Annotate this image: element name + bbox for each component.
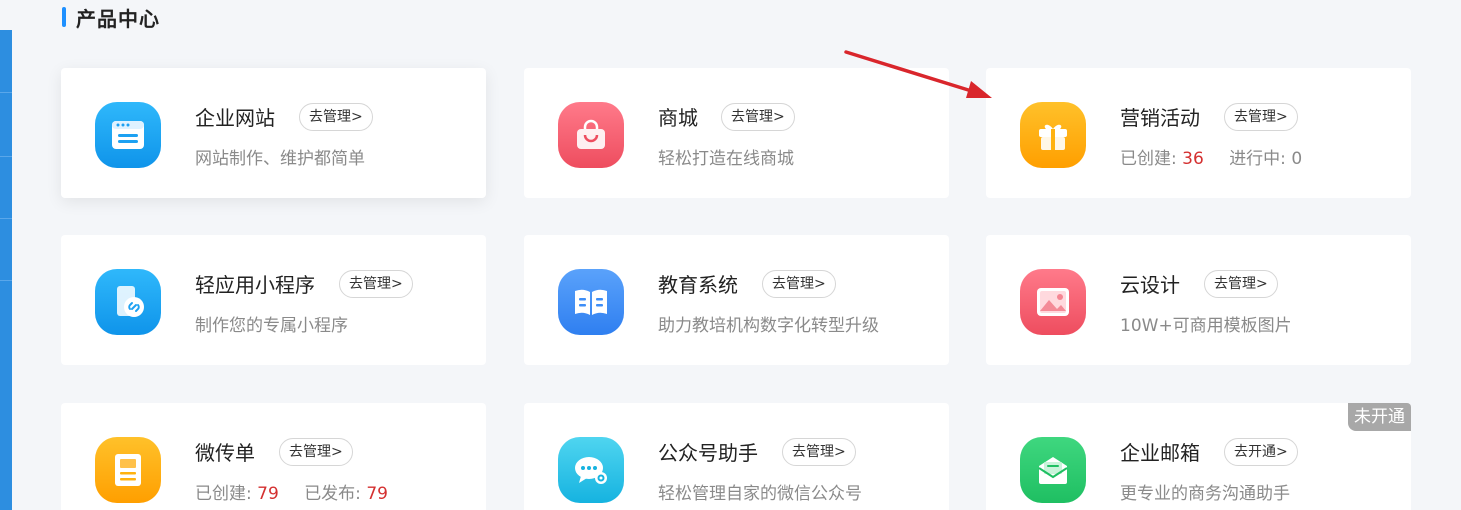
manage-button[interactable]: 去管理> <box>339 270 413 298</box>
mini-program-icon <box>95 269 161 335</box>
running-count: 0 <box>1291 149 1303 169</box>
product-card-cloud-design[interactable]: 云设计 去管理> 10W+可商用模板图片 <box>986 235 1411 365</box>
running-label: 进行中: <box>1229 149 1286 169</box>
product-name: 商城 <box>658 106 698 130</box>
product-description: 助力教培机构数字化转型升级 <box>658 316 879 336</box>
created-count: 79 <box>257 484 279 504</box>
product-name: 教育系统 <box>658 273 738 297</box>
left-sidebar-edge <box>0 30 12 510</box>
product-description: 制作您的专属小程序 <box>195 316 348 336</box>
created-count: 36 <box>1182 149 1204 169</box>
product-description: 更专业的商务沟通助手 <box>1120 484 1290 504</box>
manage-button[interactable]: 去管理> <box>1224 103 1298 131</box>
product-grid: 企业网站 去管理> 网站制作、维护都简单 商城 去管理> 轻松打造在线商城 营销… <box>61 68 1411 510</box>
product-card-education[interactable]: 教育系统 去管理> 助力教培机构数字化转型升级 <box>524 235 949 365</box>
product-name: 公众号助手 <box>658 441 758 465</box>
product-stats: 已创建: 79 已发布: 79 <box>195 479 388 504</box>
section-title: 产品中心 <box>76 6 160 31</box>
product-name: 微传单 <box>195 441 255 465</box>
manage-button[interactable]: 去管理> <box>1204 270 1278 298</box>
product-description: 网站制作、维护都简单 <box>195 149 365 169</box>
product-card-marketing[interactable]: 营销活动 去管理> 已创建: 36 进行中: 0 <box>986 68 1411 198</box>
created-label: 已创建: <box>195 484 252 504</box>
product-name: 企业邮箱 <box>1120 441 1200 465</box>
product-stats: 已创建: 36 进行中: 0 <box>1120 144 1302 169</box>
product-description: 轻松管理自家的微信公众号 <box>658 484 862 504</box>
manage-button[interactable]: 去管理> <box>782 438 856 466</box>
manage-button[interactable]: 去管理> <box>279 438 353 466</box>
product-description: 10W+可商用模板图片 <box>1120 316 1292 336</box>
not-activated-badge: 未开通 <box>1348 403 1411 431</box>
product-card-website[interactable]: 企业网站 去管理> 网站制作、维护都简单 <box>61 68 486 198</box>
product-card-flyer[interactable]: 微传单 去管理> 已创建: 79 已发布: 79 <box>61 403 486 510</box>
website-icon <box>95 102 161 168</box>
product-card-mini-program[interactable]: 轻应用小程序 去管理> 制作您的专属小程序 <box>61 235 486 365</box>
annotation-arrow-icon <box>844 50 992 98</box>
product-name: 企业网站 <box>195 106 275 130</box>
activate-button[interactable]: 去开通> <box>1224 438 1298 466</box>
section-header: 产品中心 <box>62 4 160 31</box>
product-name: 营销活动 <box>1120 106 1200 130</box>
mail-icon <box>1020 437 1086 503</box>
shopping-bag-icon <box>558 102 624 168</box>
published-label: 已发布: <box>304 484 361 504</box>
manage-button[interactable]: 去管理> <box>721 103 795 131</box>
image-icon <box>1020 269 1086 335</box>
manage-button[interactable]: 去管理> <box>762 270 836 298</box>
manage-button[interactable]: 去管理> <box>299 103 373 131</box>
wechat-settings-icon <box>558 437 624 503</box>
product-card-enterprise-mail[interactable]: 企业邮箱 去开通> 更专业的商务沟通助手 未开通 <box>986 403 1411 510</box>
product-name: 轻应用小程序 <box>195 273 315 297</box>
product-card-official-account[interactable]: 公众号助手 去管理> 轻松管理自家的微信公众号 <box>524 403 949 510</box>
section-accent-bar <box>62 7 66 27</box>
created-label: 已创建: <box>1120 149 1177 169</box>
flyer-icon <box>95 437 161 503</box>
product-description: 轻松打造在线商城 <box>658 149 794 169</box>
published-count: 79 <box>366 484 388 504</box>
book-icon <box>558 269 624 335</box>
gift-icon <box>1020 102 1086 168</box>
product-name: 云设计 <box>1120 273 1180 297</box>
